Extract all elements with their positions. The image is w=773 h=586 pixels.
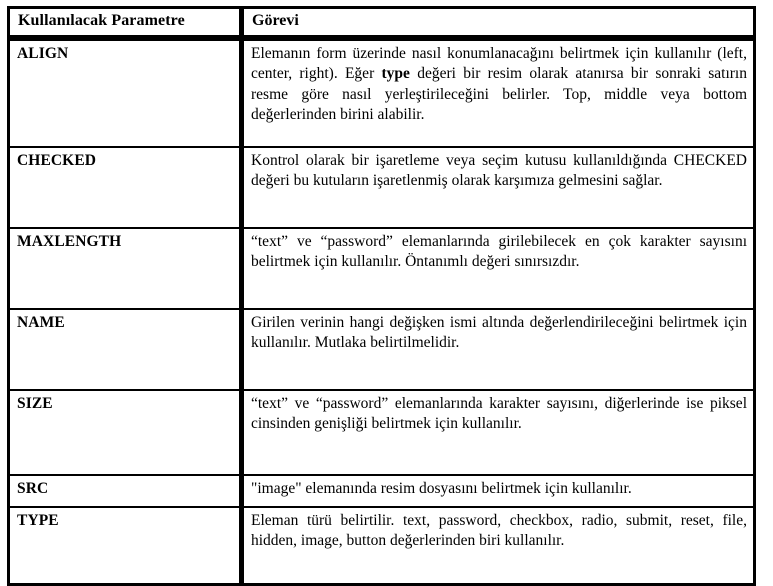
table-row: ALIGN Elemanın form üzerinde nasıl konum… xyxy=(10,38,753,146)
parameter-description-type: Eleman türü belirtilir. text, password, … xyxy=(242,505,753,583)
parameter-name-name: NAME xyxy=(10,307,242,389)
parameter-description-checked: Kontrol olarak bir işaretleme veya seçim… xyxy=(242,145,753,227)
parameter-description-maxlength: “text” ve “password” elemanlarında giril… xyxy=(242,226,753,308)
table-row: SIZE “text” ve “password” elemanlarında … xyxy=(10,388,753,474)
description-emphasis-type: type xyxy=(381,65,410,83)
parameter-name-src: SRC xyxy=(10,473,242,506)
table-row: MAXLENGTH “text” ve “password” elemanlar… xyxy=(10,226,753,308)
parameter-name-align: ALIGN xyxy=(10,38,242,146)
table-row: SRC "image" elemanında resim dosyasını b… xyxy=(10,473,753,506)
parameter-name-type: TYPE xyxy=(10,505,242,583)
table-row: CHECKED Kontrol olarak bir işaretleme ve… xyxy=(10,145,753,227)
table-header-row: Kullanılacak Parametre Görevi xyxy=(10,9,753,39)
column-header-parameter: Kullanılacak Parametre xyxy=(10,9,242,39)
column-header-task: Görevi xyxy=(242,9,753,39)
parameter-name-checked: CHECKED xyxy=(10,145,242,227)
html-form-parameters-table: Kullanılacak Parametre Görevi ALIGN Elem… xyxy=(7,6,756,586)
parameter-name-size: SIZE xyxy=(10,388,242,474)
parameter-description-size: “text” ve “password” elemanlarında karak… xyxy=(242,388,753,474)
table-row: NAME Girilen verinin hangi değişken ismi… xyxy=(10,307,753,389)
parameter-description-src: "image" elemanında resim dosyasını belir… xyxy=(242,473,753,506)
parameter-description-name: Girilen verinin hangi değişken ismi altı… xyxy=(242,307,753,389)
parameter-name-maxlength: MAXLENGTH xyxy=(10,226,242,308)
table-row: TYPE Eleman türü belirtilir. text, passw… xyxy=(10,505,753,583)
document-page: Kullanılacak Parametre Görevi ALIGN Elem… xyxy=(0,0,773,586)
parameter-description-align: Elemanın form üzerinde nasıl konumlanaca… xyxy=(242,38,753,146)
